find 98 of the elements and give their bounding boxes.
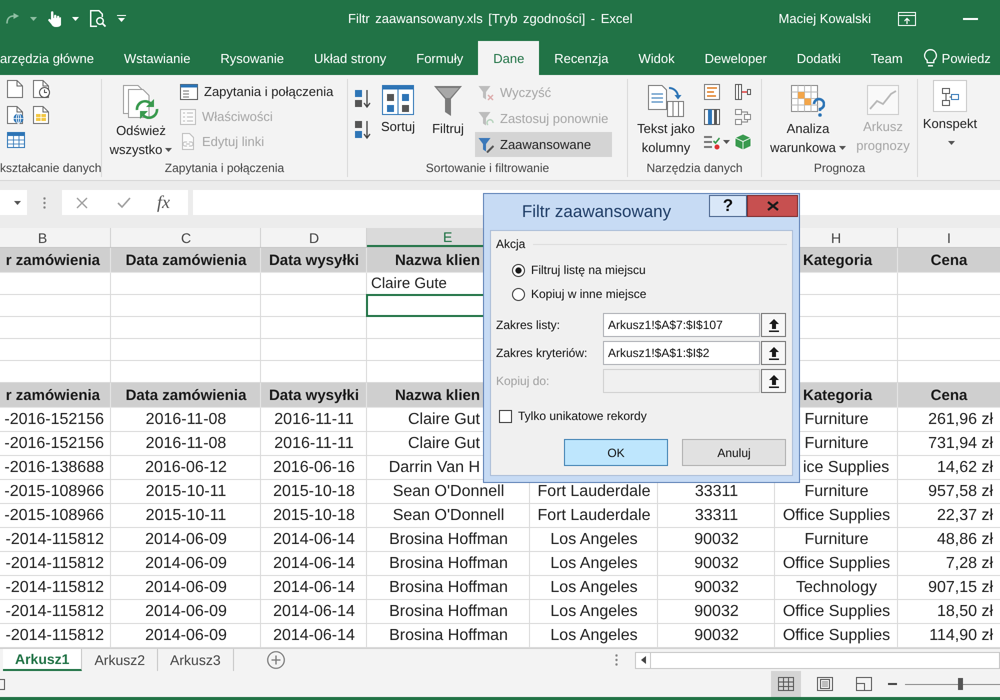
price: 114,90 zł bbox=[929, 626, 993, 644]
group-label: Prognoza bbox=[812, 160, 866, 177]
column-title: Nazwa klien bbox=[394, 386, 481, 406]
field-label: Kopiuj do: bbox=[496, 373, 550, 390]
column-title: Kategoria bbox=[803, 386, 872, 404]
category: Office Supplies bbox=[782, 626, 890, 644]
category: Office Supplies bbox=[782, 554, 890, 572]
order-number: -2016-152156 bbox=[4, 410, 104, 428]
field-label: Zakres listy: bbox=[496, 317, 562, 334]
ship-date: 2014-06-14 bbox=[273, 554, 355, 572]
column-title: Data zamówienia bbox=[126, 386, 246, 404]
city-name: Fort Lauderdale bbox=[538, 506, 650, 524]
customer-name: Brosina Hoffman bbox=[388, 578, 509, 598]
order-number: -2016-152156 bbox=[4, 434, 104, 452]
ship-date: 2014-06-14 bbox=[273, 578, 355, 596]
city-name: Los Angeles bbox=[550, 578, 638, 596]
order-date: 2016-06-12 bbox=[145, 458, 227, 476]
ship-date: 2014-06-14 bbox=[273, 602, 355, 620]
category: ice Supplies bbox=[803, 458, 890, 476]
customer-name: Darrin Van H bbox=[388, 458, 481, 478]
category: Furniture bbox=[804, 410, 869, 428]
ship-date: 2016-11-11 bbox=[274, 434, 354, 452]
customer-name: Claire Gut bbox=[406, 410, 481, 430]
postal-code: 90032 bbox=[694, 602, 739, 620]
group-label: Sortowanie i filtrowanie bbox=[424, 160, 550, 177]
city-name: Los Angeles bbox=[550, 554, 638, 572]
category: Office Supplies bbox=[782, 506, 890, 524]
column-title: r zamówienia bbox=[6, 252, 100, 268]
group-label: Akcja bbox=[496, 237, 526, 251]
price: 957,58 zł bbox=[928, 482, 993, 500]
column-title: Cena bbox=[930, 252, 968, 268]
ship-date: 2016-06-16 bbox=[273, 458, 355, 476]
postal-code: 90032 bbox=[694, 530, 739, 548]
order-number: -2015-108966 bbox=[4, 506, 104, 524]
customer-name: Sean O'Donnell bbox=[392, 506, 506, 526]
column-title: r zamówienia bbox=[6, 386, 100, 404]
column-title: Cena bbox=[930, 386, 968, 404]
column-title: Data wysyłki bbox=[268, 252, 360, 268]
customer-name: Brosina Hoffman bbox=[388, 626, 509, 646]
city-name: Los Angeles bbox=[550, 602, 638, 620]
order-number: -2014-115812 bbox=[6, 578, 104, 596]
order-date: 2015-10-11 bbox=[146, 482, 226, 500]
price: 261,96 zł bbox=[928, 410, 993, 428]
group-label: kształcanie danych bbox=[0, 160, 101, 177]
order-date: 2015-10-11 bbox=[146, 506, 226, 524]
postal-code: 33311 bbox=[694, 506, 738, 524]
column-title: Kategoria bbox=[803, 252, 872, 268]
criteria-value: Claire Gute bbox=[370, 274, 448, 294]
column-title: Data wysyłki bbox=[268, 386, 360, 404]
field-label: Zakres kryteriów: bbox=[496, 345, 588, 362]
window-title: Filtr zaawansowany.xls [Tryb zgodności] - Excel bbox=[348, 11, 633, 26]
group-label: Zapytania i połączenia bbox=[164, 160, 286, 177]
order-date: 2014-06-09 bbox=[145, 530, 227, 548]
customer-name: Brosina Hoffman bbox=[388, 602, 509, 622]
city-name: Fort Lauderdale bbox=[538, 482, 650, 500]
order-date: 2016-11-08 bbox=[146, 434, 226, 452]
category: Technology bbox=[796, 578, 877, 596]
postal-code: 90032 bbox=[694, 554, 739, 572]
city-name: Los Angeles bbox=[550, 530, 638, 548]
order-date: 2014-06-09 bbox=[145, 578, 227, 596]
customer-name: Claire Gut bbox=[406, 434, 481, 454]
dialog-title: Filtr zaawansowany bbox=[520, 201, 672, 223]
postal-code: 33311 bbox=[694, 482, 738, 500]
category: Furniture bbox=[804, 434, 869, 452]
price: 907,15 zł bbox=[928, 578, 993, 596]
customer-name: Brosina Hoffman bbox=[388, 554, 509, 574]
order-date: 2016-11-08 bbox=[146, 410, 226, 428]
city-name: Los Angeles bbox=[550, 626, 638, 644]
customer-name: Brosina Hoffman bbox=[388, 530, 509, 550]
postal-code: 90032 bbox=[694, 626, 739, 644]
column-title: Data zamówienia bbox=[126, 252, 246, 268]
ship-date: 2016-11-11 bbox=[274, 410, 354, 428]
category: Furniture bbox=[804, 482, 869, 500]
price: 731,94 zł bbox=[928, 434, 993, 452]
order-number: -2015-108966 bbox=[4, 482, 104, 500]
ship-date: 2015-10-18 bbox=[273, 506, 355, 524]
order-number: -2016-138688 bbox=[4, 458, 104, 476]
order-number: -2014-115812 bbox=[6, 530, 104, 548]
postal-code: 90032 bbox=[694, 578, 739, 596]
price: 48,86 zł bbox=[936, 530, 993, 548]
group-label: Narzędzia danych bbox=[645, 160, 744, 177]
order-date: 2014-06-09 bbox=[145, 602, 227, 620]
category: Office Supplies bbox=[782, 602, 890, 620]
ship-date: 2014-06-14 bbox=[273, 626, 355, 644]
order-number: -2014-115812 bbox=[6, 626, 104, 644]
order-date: 2014-06-09 bbox=[145, 626, 227, 644]
column-title: Nazwa klien bbox=[394, 250, 481, 270]
ship-date: 2014-06-14 bbox=[273, 530, 355, 548]
customer-name: Sean O'Donnell bbox=[392, 482, 506, 502]
ship-date: 2015-10-18 bbox=[273, 482, 355, 500]
price: 14,62 zł bbox=[936, 458, 993, 476]
price: 22,37 zł bbox=[936, 506, 993, 524]
price: 7,28 zł bbox=[946, 554, 993, 572]
category: Furniture bbox=[804, 530, 869, 548]
order-number: -2014-115812 bbox=[6, 554, 104, 572]
price: 18,50 zł bbox=[936, 602, 993, 620]
order-date: 2014-06-09 bbox=[145, 554, 227, 572]
order-number: -2014-115812 bbox=[6, 602, 104, 620]
